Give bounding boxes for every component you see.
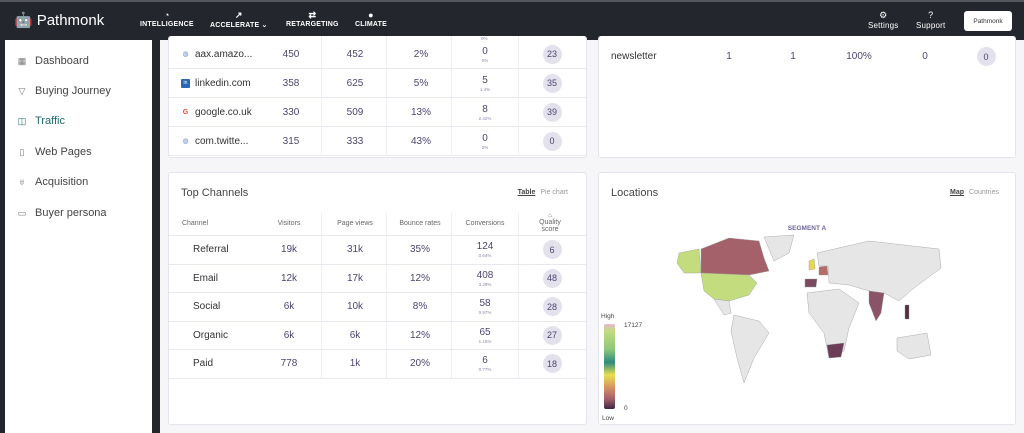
main-content: 0% ◍ aax.amazo... 450 452 2% 0 0% 23 in lin… [160, 36, 1024, 433]
help-icon: ? [928, 10, 934, 20]
top-navbar: 🤖 Pathmonk ◔ INTELLIGENCE ↗ ACCELERATE ⌄ ⇄ R… [0, 0, 1024, 40]
map-country-mexico [713, 298, 732, 316]
quality-score-badge: 39 [542, 102, 562, 122]
globe-icon: ● [368, 10, 374, 20]
map-country-germany [818, 265, 829, 276]
support-button[interactable]: ? Support [916, 10, 945, 30]
top-channels-card: Top Channels Table Pie chart Channel Visi… [168, 172, 587, 425]
brand-logo[interactable]: 🤖 Pathmonk [14, 11, 104, 30]
map-country-south-africa [826, 342, 845, 359]
map-country-alaska [676, 248, 702, 274]
robot-icon: 🤖 [14, 12, 33, 29]
sidebar-item-acquisition[interactable]: ♅ Acquisition [17, 176, 89, 188]
referrers-card: 0% ◍ aax.amazo... 450 452 2% 0 0% 23 in lin… [168, 36, 587, 158]
table-row[interactable]: in linkedin.com 358 625 5% 5 1.4% 35 [169, 69, 586, 98]
funnel-icon: ▽ [18, 85, 26, 96]
view-toggle: Table Pie chart [518, 189, 568, 196]
locations-card: Locations Map Countries SEGMENT A High 17… [598, 172, 1016, 425]
linkedin-icon: in [181, 78, 190, 88]
quality-score-badge: 48 [542, 268, 562, 288]
map-region-south-america [730, 314, 770, 384]
sidebar-item-web-pages[interactable]: ▯ Web Pages [17, 146, 92, 158]
table-row[interactable]: newsletter 1 1 100% 0 0 [599, 42, 1015, 71]
table-row[interactable]: Paid 778 1k 20% 6 0.77% 18 [169, 350, 586, 379]
table-row[interactable]: Email 12k 17k 12% 408 3.29% 48 [169, 265, 586, 293]
map-country-canada [700, 237, 770, 276]
globe-icon: ◍ [182, 138, 189, 145]
map-country-australia [896, 332, 932, 360]
nav-accelerate[interactable]: ↗ ACCELERATE ⌄ [210, 10, 268, 29]
sidebar-item-buyer-persona[interactable]: ▭ Buyer persona [17, 207, 107, 219]
card-title: Top Channels [181, 187, 249, 199]
file-icon: ▯ [19, 146, 25, 157]
globe-icon: ◍ [182, 51, 189, 58]
quality-score-badge: 23 [542, 44, 562, 64]
quality-score-badge: 0 [542, 131, 562, 151]
map-country-usa [700, 272, 758, 302]
table-row[interactable]: Referral 19k 31k 35% 124 0.64% 6 [169, 236, 586, 265]
trend-icon: ↗ [234, 10, 243, 20]
repeat-icon: ⇄ [308, 10, 317, 20]
id-card-icon: ▭ [17, 207, 27, 218]
quality-score-badge: 6 [542, 240, 562, 260]
nav-intelligence[interactable]: ◔ INTELLIGENCE [140, 10, 194, 28]
table-row[interactable]: Ggoogle.co.uk 330 509 13% 8 2.42% 39 [169, 98, 586, 127]
quality-score-badge: 0 [976, 47, 996, 66]
sidebar-item-dashboard[interactable]: ▦ Dashboard [17, 55, 89, 67]
card-title: Locations [611, 187, 659, 199]
chevron-down-icon: ⌄ [261, 22, 268, 29]
map-country-india [868, 290, 885, 322]
table-row[interactable]: Organic 6k 6k 12% 65 1.15% 27 [169, 322, 586, 350]
trophy-icon: ♅ [18, 177, 26, 187]
map-country-spain [804, 278, 818, 288]
countries-view-tab[interactable]: Countries [969, 189, 999, 196]
view-toggle: Map Countries [950, 189, 999, 196]
map-view-tab[interactable]: Map [950, 189, 964, 196]
nav-climate[interactable]: ● CLIMATE [355, 10, 387, 28]
world-map[interactable] [669, 233, 949, 393]
table-row[interactable]: ◍ aax.amazo... 450 452 2% 0 0% 23 [169, 40, 586, 69]
map-country-greenland [763, 234, 795, 262]
gear-icon: ⚙ [879, 10, 888, 20]
map-country-uk [808, 258, 816, 271]
sidebar-item-buying-journey[interactable]: ▽ Buying Journey [17, 85, 111, 97]
sidebar-item-traffic[interactable]: ◫ Traffic [17, 115, 65, 127]
grid-icon: ▦ [17, 55, 27, 66]
pie-chart-view-tab[interactable]: Pie chart [540, 189, 568, 196]
table-view-tab[interactable]: Table [518, 189, 536, 196]
intelligence-icon: ◔ [164, 10, 170, 20]
google-icon: G [182, 108, 189, 116]
sidebar: ▦ Dashboard ▽ Buying Journey ◫ Traffic ▯ Web… [5, 40, 152, 433]
color-scale-legend [604, 324, 615, 409]
quality-score-badge: 28 [542, 297, 562, 317]
table-row[interactable]: ◍ com.twitte... 315 333 43% 0 0% 0 [169, 127, 586, 156]
chart-icon: ◫ [17, 115, 27, 126]
settings-button[interactable]: ⚙ Settings [868, 10, 899, 30]
nav-retargeting[interactable]: ⇄ RETARGETING [286, 10, 339, 28]
quality-score-badge: 18 [542, 354, 562, 374]
map-country-philippines [904, 304, 910, 320]
campaigns-card: newsletter 1 1 100% 0 0 [598, 36, 1016, 158]
quality-score-badge: 27 [542, 325, 562, 345]
quality-score-badge: 35 [542, 73, 562, 93]
table-row[interactable]: Social 6k 10k 8% 58 0.97% 28 [169, 293, 586, 322]
account-logo-button[interactable]: Pathmonk [964, 11, 1012, 31]
